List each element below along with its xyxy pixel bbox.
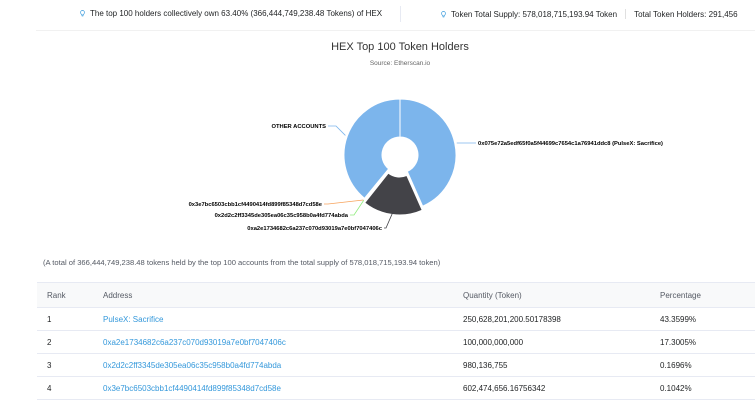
table-header-row: Rank Address Quantity (Token) Percentage bbox=[37, 282, 755, 308]
total-holders-text: Total Token Holders: 291,456 bbox=[634, 9, 738, 19]
chart-subtitle: Source: Etherscan.io bbox=[370, 60, 431, 67]
holders-note: The top 100 holders collectively own 63.… bbox=[80, 9, 382, 18]
slice-label: OTHER ACCOUNTS bbox=[271, 124, 326, 130]
rank-cell: 1 bbox=[37, 307, 103, 331]
separator bbox=[625, 9, 627, 19]
slice-label: 0x2d2c2ff3345de305ea06c35c958b0a4fd774ab… bbox=[215, 213, 349, 219]
chart-panel: HEX Top 100 Token Holders Source: Ethers… bbox=[36, 30, 755, 249]
slice-label: 0xa2e1734682c6a237c070d93019a7e0bf704740… bbox=[247, 226, 383, 232]
table-row: 3 0x2d2c2ff3345de305ea06c35c958b0a4fd774… bbox=[37, 353, 755, 377]
total-supply-text: Token Total Supply: 578,018,715,193.94 T… bbox=[451, 9, 618, 19]
holders-footnote: (A total of 366,444,749,238.48 tokens he… bbox=[43, 258, 441, 267]
percentage-cell: 0.1696% bbox=[660, 353, 755, 377]
address-link[interactable]: 0xa2e1734682c6a237c070d93019a7e0bf704740… bbox=[103, 338, 286, 347]
leader-line bbox=[328, 125, 346, 136]
quantity-cell: 250,628,201,200.50178398 bbox=[463, 307, 660, 331]
table-row: 2 0xa2e1734682c6a237c070d93019a7e0bf7047… bbox=[37, 330, 755, 354]
rank-cell: 2 bbox=[37, 330, 103, 354]
col-rank: Rank bbox=[37, 282, 103, 308]
leader-line bbox=[324, 199, 364, 205]
col-address: Address bbox=[103, 282, 463, 308]
leader-line bbox=[384, 212, 394, 229]
top-divider bbox=[400, 6, 401, 22]
holders-note-text: The top 100 holders collectively own 63.… bbox=[90, 9, 383, 18]
address-link[interactable]: 0x3e7bc6503cbb1cf4490414fd899f85348d7cd5… bbox=[103, 384, 281, 393]
address-link[interactable]: 0x2d2c2ff3345de305ea06c35c958b0a4fd774ab… bbox=[103, 361, 281, 370]
chart-title: HEX Top 100 Token Holders bbox=[331, 41, 469, 53]
percentage-cell: 43.3599% bbox=[660, 307, 755, 331]
table-row: 1 PulseX: Sacrifice 250,628,201,200.5017… bbox=[37, 307, 755, 331]
quantity-cell: 602,474,656.16756342 bbox=[463, 376, 660, 400]
supply-info: Token Total Supply: 578,018,715,193.94 T… bbox=[441, 9, 738, 19]
donut-chart: HEX Top 100 Token Holders Source: Ethers… bbox=[189, 41, 663, 232]
slice-label: 0x075e72a5edf65f0a5f44699c7654c1a76941dd… bbox=[478, 141, 663, 147]
rank-cell: 4 bbox=[37, 376, 103, 400]
top-info-bar: The top 100 holders collectively own 63.… bbox=[0, 0, 755, 30]
holders-table: Rank Address Quantity (Token) Percentage… bbox=[37, 282, 755, 400]
slice-label: 0x3e7bc6503cbb1cf4490414fd899f85348d7cd5… bbox=[189, 202, 323, 208]
lightbulb-icon bbox=[80, 10, 85, 17]
quantity-cell: 100,000,000,000 bbox=[463, 330, 660, 354]
table-row: 4 0x3e7bc6503cbb1cf4490414fd899f85348d7c… bbox=[37, 376, 755, 400]
percentage-cell: 17.3005% bbox=[660, 330, 755, 354]
percentage-cell: 0.1042% bbox=[660, 376, 755, 400]
col-quantity: Quantity (Token) bbox=[463, 282, 660, 308]
lightbulb-icon bbox=[441, 10, 446, 17]
address-link[interactable]: PulseX: Sacrifice bbox=[103, 315, 163, 324]
quantity-cell: 980,136,755 bbox=[463, 353, 660, 377]
leader-line bbox=[350, 200, 365, 216]
col-percentage: Percentage bbox=[660, 282, 755, 308]
rank-cell: 3 bbox=[37, 353, 103, 377]
